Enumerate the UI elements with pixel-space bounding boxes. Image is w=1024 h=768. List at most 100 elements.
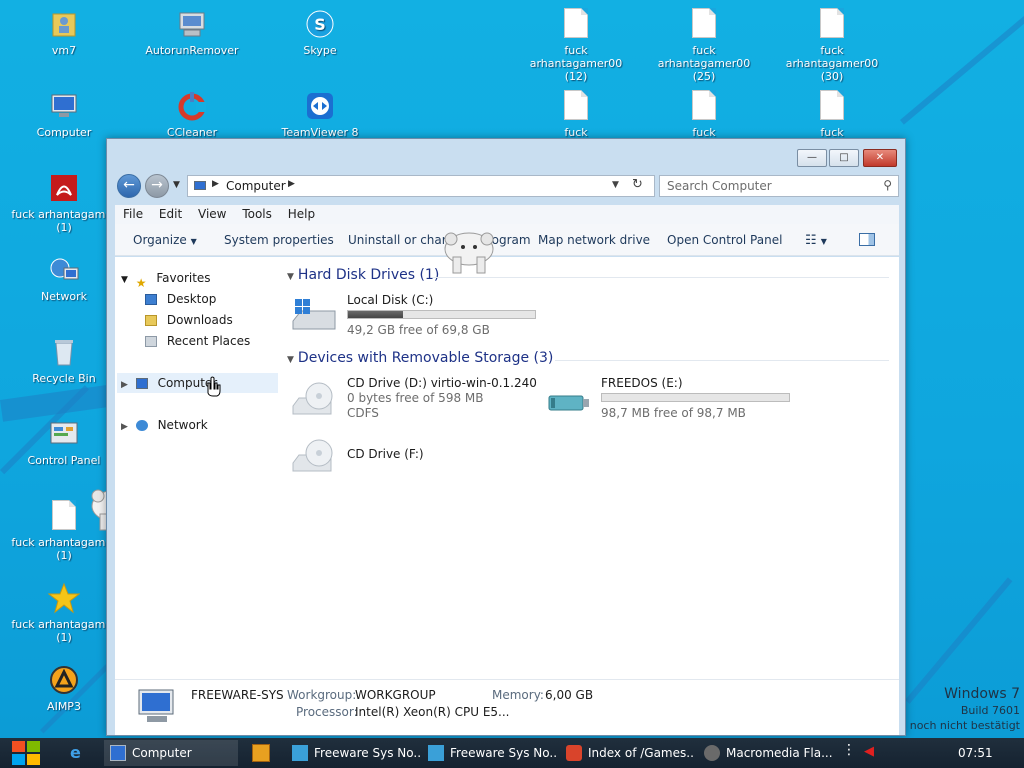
star-icon — [47, 582, 81, 614]
desktop-icon-autorunremover[interactable]: AutorunRemover — [134, 8, 250, 57]
explorer-icon — [110, 745, 126, 761]
breadcrumb[interactable]: Computer — [226, 179, 286, 193]
computer-large-icon — [133, 688, 177, 729]
group-removable-storage[interactable]: ▼ Devices with Removable Storage (3) — [287, 350, 553, 366]
search-input[interactable]: Search Computer ⚲ — [659, 175, 899, 197]
menu-tools[interactable]: Tools — [242, 205, 272, 224]
desktop-icon-teamviewer[interactable]: TeamViewer 8 — [262, 90, 378, 139]
volume-muted-icon[interactable]: ◀ — [864, 744, 874, 759]
minimize-button[interactable]: — — [797, 149, 827, 167]
start-button[interactable] — [8, 741, 44, 765]
expand-arrow-icon[interactable]: ▶ — [121, 380, 128, 390]
drive-d-free: 0 bytes free of 598 MB — [347, 391, 484, 405]
desktop-icon-doc-12[interactable]: fuck arhantagamer00 (12) — [518, 8, 634, 83]
drive-c[interactable]: Local Disk (C:) 49,2 GB free of 69,8 GB — [291, 293, 541, 343]
menu-edit[interactable]: Edit — [159, 205, 182, 224]
flash-icon — [704, 745, 720, 761]
desktop-icon-favorite[interactable]: fuck arhantagamer (1) — [6, 582, 122, 644]
recent-pages-chevron-down-icon[interactable]: ▼ — [173, 180, 180, 190]
group-removable-label: Devices with Removable Storage (3) — [297, 350, 554, 366]
desktop-icon-doc-30[interactable]: fuck arhantagamer00 (30) — [774, 8, 890, 83]
expand-arrow-icon[interactable]: ▼ — [121, 275, 128, 285]
desktop-icon-label: AutorunRemover — [145, 44, 239, 57]
organize-label: Organize — [133, 233, 187, 247]
taskbar-item-freeware-1[interactable]: Freeware Sys No... — [286, 740, 420, 766]
pdf-icon — [48, 172, 80, 204]
internet-explorer-icon[interactable]: e — [70, 743, 81, 762]
nav-favorites[interactable]: ▼ ★ Favorites — [121, 268, 211, 290]
desktop-icon-label: fuck arhantagamer (1) — [11, 536, 117, 562]
desktop-icon-recycle-bin[interactable]: Recycle Bin — [6, 336, 122, 385]
explorer-window: — □ ✕ ← → ▼ ▶ Computer ▶ ▼ ↻ Search Comp… — [106, 138, 906, 736]
address-row: ← → ▼ ▶ Computer ▶ ▼ ↻ Search Computer ⚲ — [113, 172, 899, 198]
desktop-icon-label: AIMP3 — [47, 700, 81, 713]
close-button[interactable]: ✕ — [863, 149, 897, 167]
computer-tool-icon — [176, 8, 208, 40]
group-hard-disk-drives[interactable]: ▼ Hard Disk Drives (1) — [287, 267, 439, 283]
drive-e[interactable]: FREEDOS (E:) 98,7 MB free of 98,7 MB — [545, 376, 795, 426]
menu-file[interactable]: File — [123, 205, 143, 224]
search-icon[interactable]: ⚲ — [883, 178, 892, 192]
map-network-drive-button[interactable]: Map network drive — [538, 233, 650, 247]
processor-value: Intel(R) Xeon(R) CPU E5... — [355, 705, 510, 719]
drive-c-name: Local Disk (C:) — [347, 293, 434, 307]
desktop-icon-computer[interactable]: Computer — [6, 90, 122, 139]
network-icon — [48, 254, 80, 286]
open-control-panel-button[interactable]: Open Control Panel — [667, 233, 782, 247]
nav-recent-places-label: Recent Places — [166, 334, 251, 348]
breadcrumb-chevron-icon[interactable]: ▶ — [288, 179, 295, 189]
cd-drive-icon — [291, 437, 337, 475]
maximize-button[interactable]: □ — [829, 149, 859, 167]
desktop-icon-label: fuck arhantagamer (1) — [11, 618, 117, 644]
desktop-icon-doc-25[interactable]: fuck arhantagamer00 (25) — [646, 8, 762, 83]
taskbar-item-macromedia[interactable]: Macromedia Fla... — [698, 740, 832, 766]
collapse-arrow-icon[interactable]: ▼ — [287, 355, 294, 365]
drive-f[interactable]: CD Drive (F:) — [291, 433, 541, 483]
taskbar-item-index-games[interactable]: Index of /Games... — [560, 740, 694, 766]
drive-d-name: CD Drive (D:) virtio-win-0.1.240 — [347, 376, 537, 390]
back-button[interactable]: ← — [117, 174, 141, 198]
workgroup-label: Workgroup: — [287, 688, 357, 702]
nav-recent-places[interactable]: Recent Places — [145, 331, 250, 351]
document-icon — [48, 500, 80, 532]
computer-small-icon — [194, 181, 206, 190]
address-bar[interactable]: ▶ Computer ▶ ▼ ↻ — [187, 175, 655, 197]
system-properties-button[interactable]: System properties — [224, 233, 334, 247]
desktop-icon-control-panel[interactable]: Control Panel — [6, 418, 122, 467]
menu-view[interactable]: View — [198, 205, 226, 224]
nav-computer[interactable]: ▶ Computer — [117, 373, 278, 393]
media-player-icon[interactable] — [252, 744, 270, 762]
menu-help[interactable]: Help — [288, 205, 315, 224]
group-divider — [431, 277, 889, 278]
user-folder-icon — [48, 8, 80, 40]
drive-d[interactable]: CD Drive (D:) virtio-win-0.1.240 0 bytes… — [291, 376, 541, 426]
desktop-icon-skype[interactable]: S Skype — [262, 8, 378, 57]
organize-button[interactable]: Organize ▼ — [133, 233, 197, 247]
desktop-icon-pdf[interactable]: fuck arhantagamer (1) — [6, 172, 122, 234]
address-dropdown-icon[interactable]: ▼ — [612, 180, 619, 190]
desktop-icon-aimp3[interactable]: AIMP3 — [6, 664, 122, 713]
title-bar[interactable]: — □ ✕ — [107, 139, 905, 169]
more-options-icon[interactable]: ⋮ — [842, 742, 856, 758]
expand-arrow-icon[interactable]: ▶ — [121, 422, 128, 432]
breadcrumb-separator-icon: ▶ — [212, 179, 219, 189]
desktop-icon-vm7[interactable]: vm7 — [6, 8, 122, 57]
group-hdd-label: Hard Disk Drives (1) — [297, 267, 440, 283]
change-view-icon[interactable]: ☷ ▼ — [805, 233, 827, 248]
clock[interactable]: 07:51 — [958, 746, 993, 760]
forward-button[interactable]: → — [145, 174, 169, 198]
taskbar-item-computer[interactable]: Computer — [104, 740, 238, 766]
nav-desktop[interactable]: Desktop — [145, 289, 216, 309]
desktop-icon-label: Computer — [36, 126, 92, 139]
taskbar-item-freeware-2[interactable]: Freeware Sys No... — [422, 740, 556, 766]
uninstall-program-button[interactable]: Uninstall or change a program — [348, 233, 531, 247]
nav-network[interactable]: ▶ Network — [121, 415, 208, 435]
menu-bar: File Edit View Tools Help — [115, 205, 899, 224]
collapse-arrow-icon[interactable]: ▼ — [287, 272, 294, 282]
refresh-icon[interactable]: ↻ — [632, 177, 643, 192]
desktop-icon-ccleaner[interactable]: CCleaner — [134, 90, 250, 139]
nav-downloads[interactable]: Downloads — [145, 310, 233, 330]
preview-pane-icon[interactable] — [859, 233, 875, 249]
desktop-icon-network[interactable]: Network — [6, 254, 122, 303]
drive-c-usage-bar — [347, 310, 536, 319]
